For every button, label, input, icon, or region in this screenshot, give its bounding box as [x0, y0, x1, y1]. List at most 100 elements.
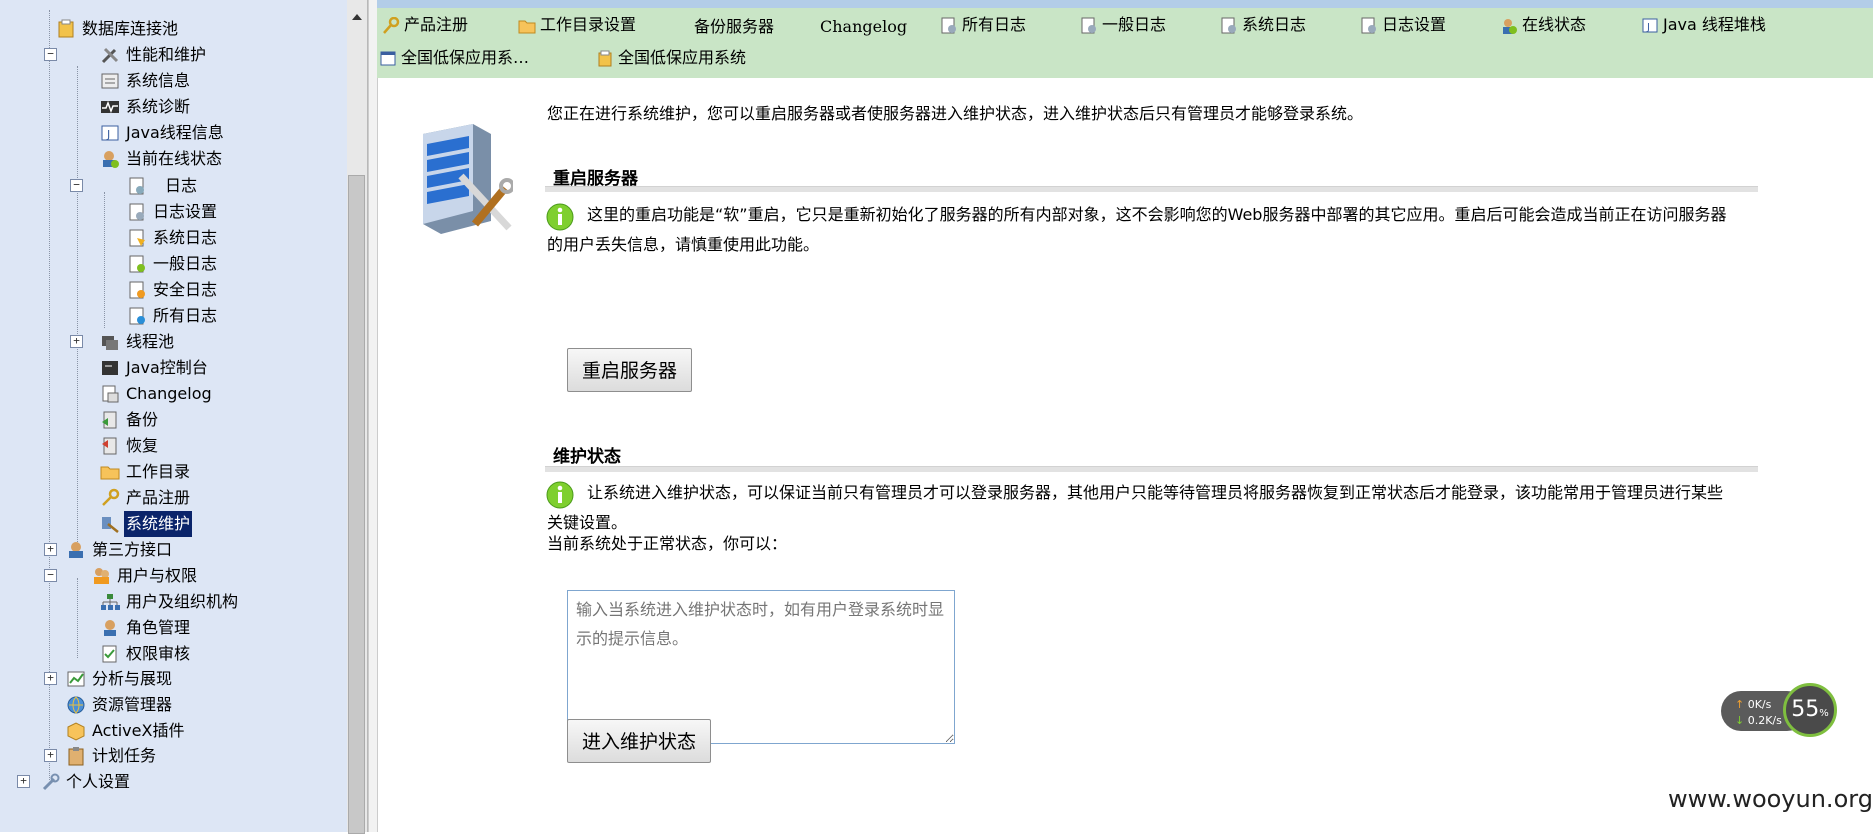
- log-settings-icon: [127, 202, 147, 222]
- restart-info-text: 这里的重启功能是“软”重启，它只是重新初始化了服务器的所有内部对象，这不会影响您…: [547, 205, 1727, 254]
- expand-toggle-personal[interactable]: +: [17, 775, 30, 788]
- tree-item-system-log[interactable]: 系统日志: [127, 224, 219, 250]
- log-icon: [1360, 17, 1378, 35]
- tree-item-diagnose[interactable]: 系统诊断: [100, 93, 192, 119]
- collapse-toggle-users[interactable]: −: [44, 569, 57, 582]
- tree-item-sysinfo[interactable]: 系统信息: [100, 67, 192, 93]
- tree-item-restore[interactable]: 恢复: [100, 432, 160, 458]
- audit-icon: [100, 644, 120, 664]
- folder-icon: [100, 462, 120, 482]
- expand-toggle-schedule[interactable]: +: [44, 749, 57, 762]
- toolbar-workdir-button[interactable]: 工作目录设置: [518, 12, 636, 38]
- pulse-icon: [100, 97, 120, 117]
- upload-rate: ↑ 0K/s: [1735, 698, 1772, 711]
- tab-strip: [377, 0, 1873, 8]
- tree-item-general-log[interactable]: 一般日志: [127, 250, 219, 276]
- usage-gauge: 55%: [1783, 683, 1837, 737]
- log-icon: [940, 17, 958, 35]
- tools-icon: [100, 45, 120, 65]
- tree-item-changelog[interactable]: Changelog: [100, 380, 214, 406]
- org-icon: [100, 592, 120, 612]
- tree-item-personal-settings[interactable]: 个人设置: [40, 768, 132, 794]
- log-icon: [127, 176, 147, 196]
- changelog-icon: [100, 384, 120, 404]
- maintenance-section-title: 维护状态: [553, 447, 621, 467]
- tree-item-role-mgmt[interactable]: 角色管理: [100, 614, 192, 640]
- toolbar-dibao-db-button[interactable]: 全国低保应用系统: [596, 45, 746, 71]
- tree-item-resource-mgr[interactable]: 资源管理器: [66, 691, 174, 717]
- tree-item-all-log[interactable]: 所有日志: [127, 302, 219, 328]
- tree-item-activex[interactable]: ActiveX插件: [66, 717, 186, 743]
- log-security-icon: [127, 280, 147, 300]
- main-content: 您正在进行系统维护，您可以重启服务器或者使服务器进入维护状态，进入维护状态后只有…: [377, 78, 1873, 832]
- svg-text:J: J: [106, 128, 110, 141]
- toolbar-log-settings-button[interactable]: 日志设置: [1360, 12, 1446, 38]
- svg-text:J: J: [1646, 22, 1650, 33]
- section-divider: [545, 186, 1758, 192]
- tree-item-log[interactable]: 日志: [127, 172, 199, 198]
- scrollbar-thumb[interactable]: [348, 175, 365, 834]
- tree-item-log-settings[interactable]: 日志设置: [127, 198, 219, 224]
- tree-item-db-pool[interactable]: 数据库连接池: [56, 15, 180, 41]
- chart-icon: [66, 669, 86, 689]
- enter-maintenance-button[interactable]: 进入维护状态: [567, 719, 712, 763]
- log-all-icon: [127, 306, 147, 326]
- toolbar-backup-server-button[interactable]: 备份服务器: [694, 14, 774, 40]
- tree-item-threadpool[interactable]: 线程池: [100, 328, 176, 354]
- console-icon: [100, 358, 120, 378]
- db-icon: [596, 50, 614, 68]
- restart-server-button[interactable]: 重启服务器: [567, 348, 693, 392]
- globe-icon: [66, 695, 86, 715]
- tree-item-user-org[interactable]: 用户及组织机构: [100, 588, 240, 614]
- tree-item-security-log[interactable]: 安全日志: [127, 276, 219, 302]
- tree-item-java-threads[interactable]: J Java线程信息: [100, 119, 226, 145]
- log-icon: [1080, 17, 1098, 35]
- maintenance-icon: [100, 514, 120, 534]
- network-speed-widget[interactable]: ↑ 0K/s ↓ 0.2K/s 55%: [1721, 681, 1841, 741]
- scroll-up-arrow-icon[interactable]: [352, 14, 362, 20]
- online-icon: [1500, 17, 1518, 35]
- plugin-icon: [66, 540, 86, 560]
- threadpool-icon: [100, 332, 120, 352]
- toolbar-java-stack-button[interactable]: J Java 线程堆栈: [1641, 12, 1766, 38]
- tree-item-third-party[interactable]: 第三方接口: [66, 536, 174, 562]
- maintenance-info-text: 让系统进入维护状态，可以保证当前只有管理员才可以登录服务器，其他用户只能等待管理…: [547, 483, 1724, 532]
- tree-item-perf-maint[interactable]: 性能和维护: [100, 41, 208, 67]
- db-icon: [56, 19, 76, 39]
- watermark-text: www.wooyun.org: [1668, 785, 1873, 813]
- tree-item-product-reg[interactable]: 产品注册: [100, 484, 192, 510]
- expand-toggle-thirdparty[interactable]: +: [44, 543, 57, 556]
- window-icon: [379, 50, 397, 68]
- tree-item-analysis[interactable]: 分析与展现: [66, 665, 174, 691]
- wrench-icon: [40, 772, 60, 792]
- java-icon: J: [100, 123, 120, 143]
- toolbar-online-status-button[interactable]: 在线状态: [1500, 12, 1586, 38]
- java-icon: J: [1641, 17, 1659, 35]
- navigation-tree: 数据库连接池 − 性能和维护 系统信息 系统诊断 J Java线程信息 当前在线状…: [0, 0, 347, 832]
- online-icon: [100, 149, 120, 169]
- tree-item-workdir[interactable]: 工作目录: [100, 458, 192, 484]
- toolbar-all-logs-button[interactable]: 所有日志: [940, 12, 1026, 38]
- clipboard-icon: [66, 746, 86, 766]
- expand-toggle-threadpool[interactable]: +: [70, 335, 83, 348]
- tree-item-system-maintenance[interactable]: 系统维护: [100, 510, 193, 537]
- expand-toggle-analysis[interactable]: +: [44, 672, 57, 685]
- tree-item-scheduled-tasks[interactable]: 计划任务: [66, 742, 158, 768]
- section-divider: [545, 466, 1758, 472]
- toolbar-product-reg-button[interactable]: 产品注册: [382, 12, 468, 38]
- tree-item-java-console[interactable]: Java控制台: [100, 354, 210, 380]
- tree-item-backup[interactable]: 备份: [100, 406, 160, 432]
- toolbar-dibao-window-button[interactable]: 全国低保应用系…: [379, 45, 529, 71]
- upload-arrow-icon: ↑: [1735, 698, 1745, 711]
- role-icon: [100, 618, 120, 638]
- collapse-toggle-log[interactable]: −: [70, 179, 83, 192]
- tree-item-online-status[interactable]: 当前在线状态: [100, 145, 224, 171]
- collapse-toggle-perf[interactable]: −: [44, 48, 57, 61]
- tree-item-perm-audit[interactable]: 权限审核: [100, 640, 192, 666]
- key-icon: [382, 16, 400, 35]
- toolbar-system-log-button[interactable]: 系统日志: [1220, 12, 1306, 38]
- toolbar-changelog-button[interactable]: Changelog: [820, 14, 907, 40]
- maintenance-status-text: 当前系统处于正常状态，你可以：: [547, 534, 788, 553]
- tree-item-users-perm[interactable]: 用户与权限: [91, 562, 199, 588]
- toolbar-general-log-button[interactable]: 一般日志: [1080, 12, 1166, 38]
